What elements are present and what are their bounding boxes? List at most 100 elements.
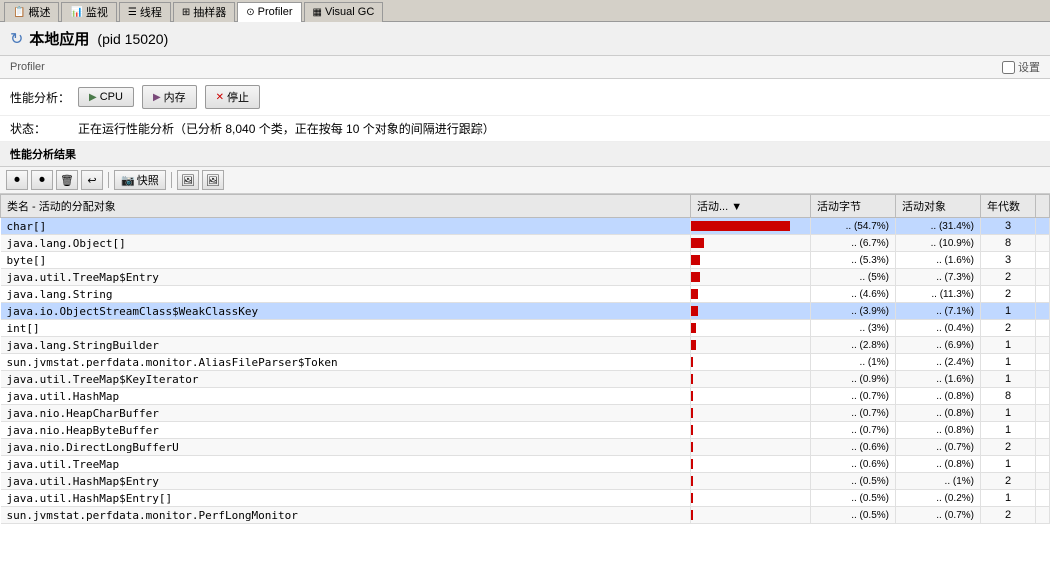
cell-objects: .. (1%) [896, 473, 981, 490]
col-activeobjects[interactable]: 活动对象 [896, 195, 981, 218]
cell-bar [691, 218, 811, 235]
tab-sampler[interactable]: ⊞ 抽样器 [173, 2, 235, 22]
toolbar-btn-clear[interactable]: 🗑 [56, 170, 78, 190]
table-row[interactable]: java.util.TreeMap$KeyIterator.. (0.9%)..… [1, 371, 1050, 388]
table-row[interactable]: java.util.HashMap$Entry.. (0.5%).. (1%)2 [1, 473, 1050, 490]
cell-bar [691, 490, 811, 507]
table-container[interactable]: 类名 - 活动的分配对象 活动... ▼ 活动字节 活动对象 年代数 [0, 194, 1050, 550]
profiler-table: 类名 - 活动的分配对象 活动... ▼ 活动字节 活动对象 年代数 [0, 194, 1050, 524]
cell-extra [1036, 388, 1050, 405]
sampler-icon: ⊞ [182, 7, 190, 18]
toolbar-btn-img2[interactable]: 🖼 [202, 170, 224, 190]
mem-btn-label: 内存 [164, 89, 186, 105]
cell-bytes: .. (0.7%) [811, 405, 896, 422]
memory-button[interactable]: ▶ 内存 [142, 85, 197, 109]
table-row[interactable]: sun.jvmstat.perfdata.monitor.AliasFilePa… [1, 354, 1050, 371]
table-row[interactable]: java.util.TreeMap.. (0.6%).. (0.8%)1 [1, 456, 1050, 473]
cell-bytes: .. (0.6%) [811, 456, 896, 473]
cell-bar [691, 303, 811, 320]
snapshot-button[interactable]: 📷 快照 [114, 170, 166, 190]
table-row[interactable]: java.nio.HeapCharBuffer.. (0.7%).. (0.8%… [1, 405, 1050, 422]
table-row[interactable]: char[].. (54.7%).. (31.4%)3 [1, 218, 1050, 235]
cell-generations: 2 [981, 507, 1036, 524]
table-row[interactable]: int[].. (3%).. (0.4%)2 [1, 320, 1050, 337]
col-generations[interactable]: 年代数 [981, 195, 1036, 218]
visualgc-icon: ▦ [313, 7, 322, 18]
table-body: char[].. (54.7%).. (31.4%)3java.lang.Obj… [1, 218, 1050, 524]
table-row[interactable]: java.lang.Object[].. (6.7%).. (10.9%)8 [1, 235, 1050, 252]
cell-extra [1036, 218, 1050, 235]
settings-checkbox[interactable]: 设置 [1002, 59, 1040, 75]
toolbar-btn-back[interactable]: ↩ [81, 170, 103, 190]
table-row[interactable]: java.lang.StringBuilder.. (2.8%).. (6.9%… [1, 337, 1050, 354]
cell-classname: java.util.TreeMap$KeyIterator [1, 371, 691, 388]
table-row[interactable]: byte[].. (5.3%).. (1.6%)3 [1, 252, 1050, 269]
profiler-tab-icon: ⊙ [246, 7, 254, 18]
stop-button[interactable]: ✕ 停止 [205, 85, 260, 109]
cell-extra [1036, 456, 1050, 473]
cell-classname: java.util.TreeMap$Entry [1, 269, 691, 286]
cell-objects: .. (6.9%) [896, 337, 981, 354]
tab-overview[interactable]: 📋 概述 [4, 2, 59, 22]
status-label: 状态： [10, 120, 70, 137]
tab-threads[interactable]: ☰ 线程 [119, 2, 171, 22]
cell-bar [691, 405, 811, 422]
tab-monitor[interactable]: 📊 监视 [61, 2, 116, 22]
col-activebytes-label: 活动字节 [817, 201, 861, 213]
threads-icon: ☰ [128, 7, 137, 18]
cell-objects: .. (0.4%) [896, 320, 981, 337]
cell-generations: 3 [981, 218, 1036, 235]
col-classname-label: 类名 - 活动的分配对象 [7, 201, 116, 213]
cell-objects: .. (7.3%) [896, 269, 981, 286]
cell-generations: 1 [981, 303, 1036, 320]
settings-check[interactable] [1002, 61, 1015, 74]
table-row[interactable]: java.nio.DirectLongBufferU.. (0.6%).. (0… [1, 439, 1050, 456]
table-row[interactable]: sun.jvmstat.perfdata.monitor.PerfLongMon… [1, 507, 1050, 524]
cell-bar [691, 337, 811, 354]
tab-visualgc[interactable]: ▦ Visual GC [304, 2, 384, 22]
cell-objects: .. (0.8%) [896, 456, 981, 473]
cell-generations: 8 [981, 388, 1036, 405]
col-classname[interactable]: 类名 - 活动的分配对象 [1, 195, 691, 218]
tab-bar: 📋 概述 📊 监视 ☰ 线程 ⊞ 抽样器 ⊙ Profiler ▦ Visual… [0, 0, 1050, 22]
cell-extra [1036, 439, 1050, 456]
toolbar-btn-img1[interactable]: 🖼 [177, 170, 199, 190]
cell-classname: byte[] [1, 252, 691, 269]
cell-objects: .. (0.7%) [896, 507, 981, 524]
toolbar-btn-2[interactable]: ⏺ [31, 170, 53, 190]
table-row[interactable]: java.nio.HeapByteBuffer.. (0.7%).. (0.8%… [1, 422, 1050, 439]
cell-bytes: .. (5%) [811, 269, 896, 286]
cell-generations: 1 [981, 490, 1036, 507]
toolbar-btn-1[interactable]: ⏺ [6, 170, 28, 190]
cell-extra [1036, 252, 1050, 269]
table-row[interactable]: java.lang.String.. (4.6%).. (11.3%)2 [1, 286, 1050, 303]
cell-objects: .. (0.7%) [896, 439, 981, 456]
cell-bytes: .. (0.6%) [811, 439, 896, 456]
cell-generations: 2 [981, 473, 1036, 490]
col-activebytes[interactable]: 活动字节 [811, 195, 896, 218]
table-row[interactable]: java.util.HashMap$Entry[].. (0.5%).. (0.… [1, 490, 1050, 507]
camera-icon: 📷 [121, 174, 135, 187]
tab-profiler[interactable]: ⊙ Profiler [237, 2, 301, 22]
app-title: 本地应用 [29, 28, 89, 49]
cell-extra [1036, 235, 1050, 252]
cell-classname: java.util.HashMap$Entry [1, 473, 691, 490]
cell-generations: 2 [981, 286, 1036, 303]
cell-classname: sun.jvmstat.perfdata.monitor.AliasFilePa… [1, 354, 691, 371]
table-row[interactable]: java.util.HashMap.. (0.7%).. (0.8%)8 [1, 388, 1050, 405]
cell-objects: .. (0.8%) [896, 422, 981, 439]
cell-extra [1036, 337, 1050, 354]
profiler-label: Profiler [10, 61, 45, 73]
table-row[interactable]: java.util.TreeMap$Entry.. (5%).. (7.3%)2 [1, 269, 1050, 286]
col-activebar[interactable]: 活动... ▼ [691, 195, 811, 218]
status-text: 正在运行性能分析（已分析 8,040 个类，正在按每 10 个对象的间隔进行跟踪… [78, 120, 495, 137]
table-row[interactable]: java.io.ObjectStreamClass$WeakClassKey..… [1, 303, 1050, 320]
cell-bytes: .. (0.5%) [811, 507, 896, 524]
cpu-button[interactable]: ▶ CPU [78, 87, 134, 107]
snapshot-label: 快照 [137, 172, 159, 188]
cell-objects: .. (1.6%) [896, 371, 981, 388]
cell-objects: .. (11.3%) [896, 286, 981, 303]
table-header-row: 类名 - 活动的分配对象 活动... ▼ 活动字节 活动对象 年代数 [1, 195, 1050, 218]
cell-generations: 1 [981, 456, 1036, 473]
overview-icon: 📋 [13, 7, 25, 18]
